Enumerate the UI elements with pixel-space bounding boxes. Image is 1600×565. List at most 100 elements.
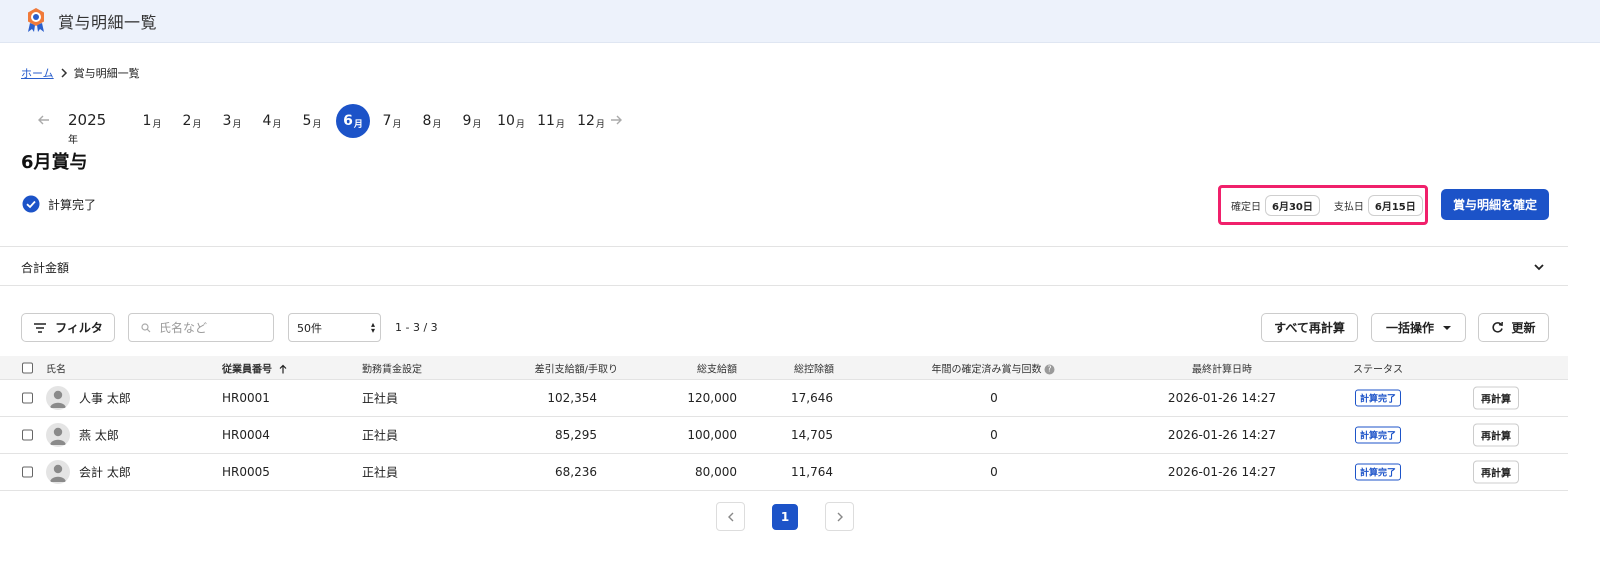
- last-calc-time: 2026-01-26 14:27: [1167, 428, 1277, 442]
- result-count: 1 - 3 / 3: [395, 321, 438, 334]
- net-amount: 102,354: [547, 391, 597, 405]
- wage-setting: 正社員: [362, 465, 399, 480]
- per-page-select[interactable]: 50件 ▴ ▾: [288, 313, 381, 342]
- help-icon[interactable]: ?: [1044, 364, 1055, 374]
- app-bar: 賞与明細一覧: [0, 0, 1600, 43]
- arrow-right-icon[interactable]: [608, 112, 624, 128]
- recalc-button[interactable]: 再計算: [1473, 423, 1519, 447]
- wage-setting: 正社員: [362, 391, 399, 406]
- search-box[interactable]: [128, 313, 274, 342]
- month-button-12[interactable]: 12 月: [574, 104, 608, 138]
- chevron-left-icon: [727, 512, 733, 521]
- recalc-button[interactable]: 再計算: [1473, 460, 1519, 484]
- date-summary: 確定日 6月30日 支払日 6月15日: [1218, 185, 1428, 225]
- table-row[interactable]: 燕 太郎 HR0004 正社員 85,295 100,000 14,705 0 2026-01…: [0, 417, 1568, 454]
- net-amount: 85,295: [555, 428, 597, 442]
- employee-name[interactable]: 燕 太郎: [79, 427, 119, 444]
- month-button-11[interactable]: 11 月: [534, 104, 568, 138]
- filter-icon: [34, 322, 47, 333]
- avatar: [46, 423, 70, 447]
- chevron-right-icon: [61, 68, 67, 78]
- next-page-button[interactable]: [825, 502, 854, 531]
- header-name[interactable]: 氏名: [46, 360, 66, 375]
- table-row[interactable]: 会計 太郎 HR0005 正社員 68,236 80,000 11,764 0 2026-01…: [0, 454, 1568, 491]
- chevron-down-icon[interactable]: [1532, 260, 1546, 274]
- bonus-table: 氏名 従業員番号 勤務賃金設定 差引支給額/手取り 総支給額 総控除額 年間の確…: [0, 356, 1568, 491]
- calc-status: 計算完了: [22, 195, 96, 213]
- last-calc-time: 2026-01-26 14:27: [1167, 465, 1277, 479]
- deduction-amount: 11,764: [791, 465, 833, 479]
- breadcrumb-home-link[interactable]: ホーム: [21, 65, 54, 81]
- month-button-5[interactable]: 5月: [295, 104, 329, 138]
- row-checkbox[interactable]: [22, 429, 33, 441]
- header-status[interactable]: ステータス: [1353, 360, 1403, 375]
- month-button-8[interactable]: 8月: [415, 104, 449, 138]
- avatar: [46, 460, 70, 484]
- totals-accordion[interactable]: 合計金額: [0, 246, 1568, 286]
- pay-date-label: 支払日: [1333, 201, 1364, 213]
- breadcrumb-current: 賞与明細一覧: [73, 67, 140, 80]
- refresh-icon: [1492, 321, 1504, 333]
- header-emp-no[interactable]: 従業員番号: [222, 360, 288, 375]
- chevron-right-icon: [837, 512, 843, 521]
- month-button-2[interactable]: 2月: [175, 104, 209, 138]
- month-button-9[interactable]: 9月: [455, 104, 489, 138]
- bulk-actions-button[interactable]: 一括操作: [1371, 313, 1466, 342]
- page-title: 賞与明細一覧: [58, 13, 158, 32]
- person-icon: [50, 427, 66, 445]
- month-button-4[interactable]: 4月: [255, 104, 289, 138]
- refresh-label: 更新: [1511, 321, 1536, 335]
- check-circle-icon: [22, 195, 40, 213]
- employee-name[interactable]: 人事 太郎: [79, 390, 131, 407]
- table-header: 氏名 従業員番号 勤務賃金設定 差引支給額/手取り 総支給額 総控除額 年間の確…: [0, 356, 1568, 380]
- status-badge: 計算完了: [1354, 389, 1402, 407]
- table-row[interactable]: 人事 太郎 HR0001 正社員 102,354 120,000 17,646 0 2026-…: [0, 380, 1568, 417]
- gross-amount: 120,000: [687, 391, 737, 405]
- year-label: 2025年: [68, 111, 107, 146]
- status-badge: 計算完了: [1354, 463, 1402, 481]
- recalc-button[interactable]: 再計算: [1473, 386, 1519, 410]
- prev-page-button[interactable]: [716, 502, 745, 531]
- refresh-button[interactable]: 更新: [1478, 313, 1549, 342]
- month-button-7[interactable]: 7月: [375, 104, 409, 138]
- employee-number: HR0001: [222, 391, 270, 405]
- header-deduct[interactable]: 総控除額: [794, 360, 834, 375]
- pay-date-chip: 6月15日: [1367, 194, 1423, 216]
- row-checkbox[interactable]: [22, 392, 33, 404]
- header-gross[interactable]: 総支給額: [697, 360, 737, 375]
- header-count[interactable]: 年間の確定済み賞与回数?: [932, 360, 1055, 375]
- award-medal-icon: [28, 8, 44, 32]
- header-net[interactable]: 差引支給額/手取り: [535, 360, 618, 375]
- month-button-1[interactable]: 1月: [135, 104, 169, 138]
- row-checkbox[interactable]: [22, 466, 33, 478]
- bulk-actions-label: 一括操作: [1385, 321, 1434, 335]
- month-button-3[interactable]: 3月: [215, 104, 249, 138]
- caret-down-icon: [1443, 325, 1451, 330]
- totals-label: 合計金額: [21, 261, 70, 275]
- confirm-date-chip: 6月30日: [1265, 194, 1320, 216]
- month-button-10[interactable]: 10 月: [494, 104, 528, 138]
- per-page-value: 50件: [297, 321, 322, 335]
- header-wage[interactable]: 勤務賃金設定: [362, 360, 422, 375]
- gross-amount: 100,000: [687, 428, 737, 442]
- status-label: 計算完了: [48, 197, 97, 212]
- confirm-bonus-button[interactable]: 賞与明細を確定: [1441, 189, 1549, 220]
- person-icon: [50, 390, 66, 408]
- employee-number: HR0004: [222, 428, 270, 442]
- section-title: 6月賞与: [21, 152, 88, 173]
- filter-button[interactable]: フィルタ: [21, 313, 115, 342]
- recalc-all-button[interactable]: すべて再計算: [1261, 313, 1358, 342]
- status-badge: 計算完了: [1354, 426, 1402, 444]
- last-calc-time: 2026-01-26 14:27: [1167, 391, 1277, 405]
- search-input[interactable]: [159, 320, 269, 335]
- avatar: [46, 386, 70, 410]
- arrow-left-icon[interactable]: [36, 112, 52, 128]
- header-calc-time[interactable]: 最終計算日時: [1192, 360, 1252, 375]
- select-arrows-icon: ▴ ▾: [370, 320, 375, 335]
- month-button-6[interactable]: 6月: [336, 104, 370, 138]
- wage-setting: 正社員: [362, 428, 399, 443]
- select-all-checkbox[interactable]: [22, 362, 33, 373]
- deduction-amount: 14,705: [791, 428, 833, 442]
- page-button-current[interactable]: 1: [772, 504, 798, 530]
- employee-name[interactable]: 会計 太郎: [79, 464, 131, 481]
